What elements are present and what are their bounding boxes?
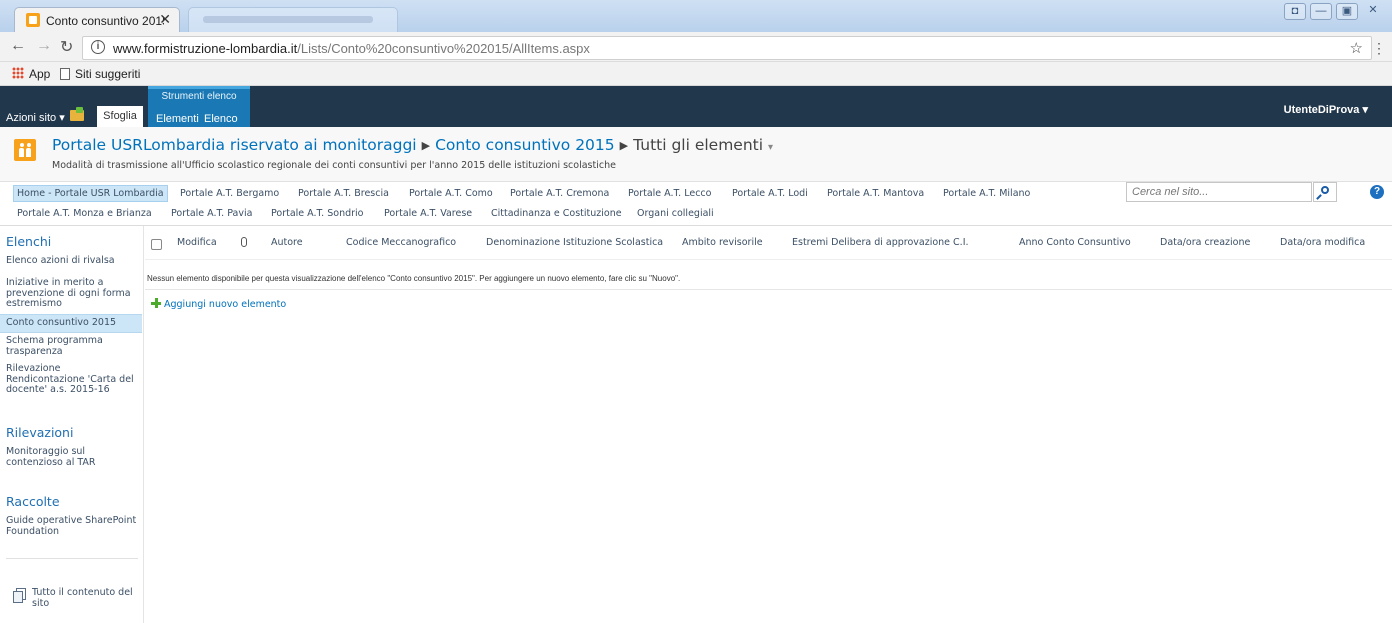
profile-icon[interactable]: ◘ bbox=[1284, 3, 1306, 20]
list-view: Modifica Autore Codice Meccanografico De… bbox=[145, 226, 1392, 623]
tab-items[interactable]: Elementi bbox=[156, 113, 199, 125]
quick-launch-item[interactable]: Schema programma trasparenza bbox=[6, 335, 142, 357]
bookmarks-bar: App Siti suggeriti bbox=[0, 62, 1392, 86]
nav-organi-collegiali[interactable]: Organi collegiali bbox=[637, 208, 714, 219]
empty-list-message: Nessun elemento disponibile per questa v… bbox=[147, 274, 681, 283]
nav-pavia[interactable]: Portale A.T. Pavia bbox=[171, 208, 252, 219]
divider bbox=[6, 558, 138, 559]
view-dropdown-icon[interactable]: ▾ bbox=[768, 142, 773, 153]
site-search-input[interactable] bbox=[1132, 186, 1292, 198]
back-arrow-icon[interactable]: ← bbox=[10, 37, 26, 55]
bookmark-suggested-sites[interactable]: Siti suggeriti bbox=[60, 67, 140, 81]
apps-grid-icon bbox=[12, 67, 24, 79]
browser-tab-inactive[interactable] bbox=[188, 7, 398, 32]
browser-menu-icon[interactable]: ⋮ bbox=[1372, 40, 1386, 57]
quick-launch-item[interactable]: Elenco azioni di rivalsa bbox=[6, 255, 142, 267]
nav-varese[interactable]: Portale A.T. Varese bbox=[384, 208, 472, 219]
browser-tab-active[interactable]: Conto consuntivo 2015 - ✕ bbox=[14, 7, 180, 32]
tab-list[interactable]: Elenco bbox=[204, 113, 238, 125]
quick-launch: Elenchi Elenco azioni di rivalsa Iniziat… bbox=[0, 226, 144, 623]
quick-launch-heading-libraries[interactable]: Raccolte bbox=[6, 494, 60, 509]
address-bar[interactable]: i www.formistruzione-lombardia.it/Lists/… bbox=[82, 36, 1372, 60]
quick-launch-heading-lists[interactable]: Elenchi bbox=[6, 234, 51, 249]
site-actions-menu[interactable]: Azioni sito ▾ bbox=[6, 111, 65, 124]
quick-launch-item[interactable]: Iniziative in merito a prevenzione di og… bbox=[6, 277, 142, 310]
maximize-button[interactable]: ▣ bbox=[1336, 3, 1358, 20]
nav-monza-brianza[interactable]: Portale A.T. Monza e Brianza bbox=[17, 208, 152, 219]
url-text: www.formistruzione-lombardia.it/Lists/Co… bbox=[113, 41, 590, 56]
column-header-created[interactable]: Data/ora creazione bbox=[1160, 237, 1250, 248]
quick-launch-item-selected[interactable]: Conto consuntivo 2015 bbox=[0, 314, 142, 333]
column-header-modified[interactable]: Data/ora modifica bbox=[1280, 237, 1365, 248]
browser-toolbar: ← → ↻ i www.formistruzione-lombardia.it/… bbox=[0, 32, 1392, 62]
list-tools-label: Strumenti elenco bbox=[161, 91, 237, 102]
all-site-content-link[interactable]: Tutto il contenuto del sito bbox=[32, 587, 140, 609]
quick-launch-item[interactable]: Monitoraggio sul contenzioso al TAR bbox=[6, 446, 142, 468]
nav-sondrio[interactable]: Portale A.T. Sondrio bbox=[271, 208, 363, 219]
column-header-code[interactable]: Codice Meccanografico bbox=[346, 237, 456, 248]
forward-arrow-icon[interactable]: → bbox=[36, 37, 52, 55]
sharepoint-ribbon: Azioni sito ▾ Sfoglia Strumenti elenco E… bbox=[0, 86, 1392, 127]
breadcrumb: Portale USRLombardia riservato ai monito… bbox=[52, 136, 773, 154]
user-menu[interactable]: UtenteDiProva ▾ bbox=[1284, 103, 1368, 116]
breadcrumb-site[interactable]: Portale USRLombardia riservato ai monito… bbox=[52, 136, 417, 154]
column-header-year[interactable]: Anno Conto Consuntivo bbox=[1019, 237, 1131, 248]
search-button[interactable] bbox=[1313, 182, 1337, 202]
bookmark-apps[interactable]: App bbox=[12, 67, 50, 81]
reload-icon[interactable]: ↻ bbox=[60, 37, 73, 57]
plus-icon bbox=[151, 298, 161, 308]
nav-cittadinanza[interactable]: Cittadinanza e Costituzione bbox=[491, 208, 622, 219]
nav-bergamo[interactable]: Portale A.T. Bergamo bbox=[180, 188, 279, 199]
site-favicon-icon bbox=[26, 13, 40, 27]
nav-milano[interactable]: Portale A.T. Milano bbox=[943, 188, 1030, 199]
quick-launch-heading-surveys[interactable]: Rilevazioni bbox=[6, 425, 73, 440]
list-tools-group: Strumenti elenco Elementi Elenco bbox=[148, 86, 250, 127]
attachment-icon[interactable] bbox=[241, 237, 247, 247]
browser-title-bar: Conto consuntivo 2015 - ✕ ◘ — ▣ ✕ bbox=[0, 0, 1392, 32]
bookmark-star-icon[interactable]: ☆ bbox=[1350, 39, 1363, 57]
navigate-up-icon[interactable] bbox=[70, 107, 84, 121]
column-header-resolution[interactable]: Estremi Delibera di approvazione C.I. bbox=[792, 237, 969, 248]
site-search-box bbox=[1126, 182, 1312, 202]
close-window-button[interactable]: ✕ bbox=[1362, 3, 1384, 20]
nav-como[interactable]: Portale A.T. Como bbox=[409, 188, 493, 199]
breadcrumb-separator-icon: ▶ bbox=[421, 139, 431, 152]
nav-cremona[interactable]: Portale A.T. Cremona bbox=[510, 188, 609, 199]
site-description: Modalità di trasmissione all'Ufficio sco… bbox=[52, 160, 616, 171]
breadcrumb-view[interactable]: Tutti gli elementi bbox=[633, 136, 763, 154]
breadcrumb-list[interactable]: Conto consuntivo 2015 bbox=[435, 136, 615, 154]
tab-browse[interactable]: Sfoglia bbox=[97, 106, 143, 127]
column-header-audit-area[interactable]: Ambito revisorile bbox=[682, 237, 763, 248]
info-icon[interactable]: i bbox=[91, 40, 105, 54]
site-title-area: Portale USRLombardia riservato ai monito… bbox=[0, 127, 1392, 182]
site-logo-icon[interactable] bbox=[14, 139, 36, 161]
nav-brescia[interactable]: Portale A.T. Brescia bbox=[298, 188, 389, 199]
tab-close-icon[interactable]: ✕ bbox=[159, 11, 171, 28]
top-navigation: Home - Portale USR Lombardia Portale A.T… bbox=[0, 182, 1392, 226]
help-icon[interactable]: ? bbox=[1370, 185, 1384, 199]
nav-lodi[interactable]: Portale A.T. Lodi bbox=[732, 188, 808, 199]
quick-launch-item[interactable]: Guide operative SharePoint Foundation bbox=[6, 515, 142, 537]
all-content-icon bbox=[13, 588, 26, 603]
search-icon bbox=[1321, 186, 1329, 194]
nav-home[interactable]: Home - Portale USR Lombardia bbox=[13, 185, 168, 202]
breadcrumb-separator-icon: ▶ bbox=[619, 139, 629, 152]
window-controls: ◘ — ▣ ✕ bbox=[1284, 3, 1384, 20]
minimize-button[interactable]: — bbox=[1310, 3, 1332, 20]
quick-launch-item[interactable]: Rilevazione Rendicontazione 'Carta del d… bbox=[6, 363, 142, 396]
tab-title: Conto consuntivo 2015 - bbox=[46, 14, 164, 28]
select-all-checkbox[interactable] bbox=[151, 239, 162, 250]
page-icon bbox=[60, 68, 70, 80]
column-header-author[interactable]: Autore bbox=[271, 237, 303, 248]
nav-mantova[interactable]: Portale A.T. Mantova bbox=[827, 188, 924, 199]
nav-lecco[interactable]: Portale A.T. Lecco bbox=[628, 188, 711, 199]
column-header-edit[interactable]: Modifica bbox=[177, 237, 217, 248]
add-new-item-link[interactable]: Aggiungi nuovo elemento bbox=[151, 298, 286, 310]
column-header-school-name[interactable]: Denominazione Istituzione Scolastica bbox=[486, 237, 663, 248]
